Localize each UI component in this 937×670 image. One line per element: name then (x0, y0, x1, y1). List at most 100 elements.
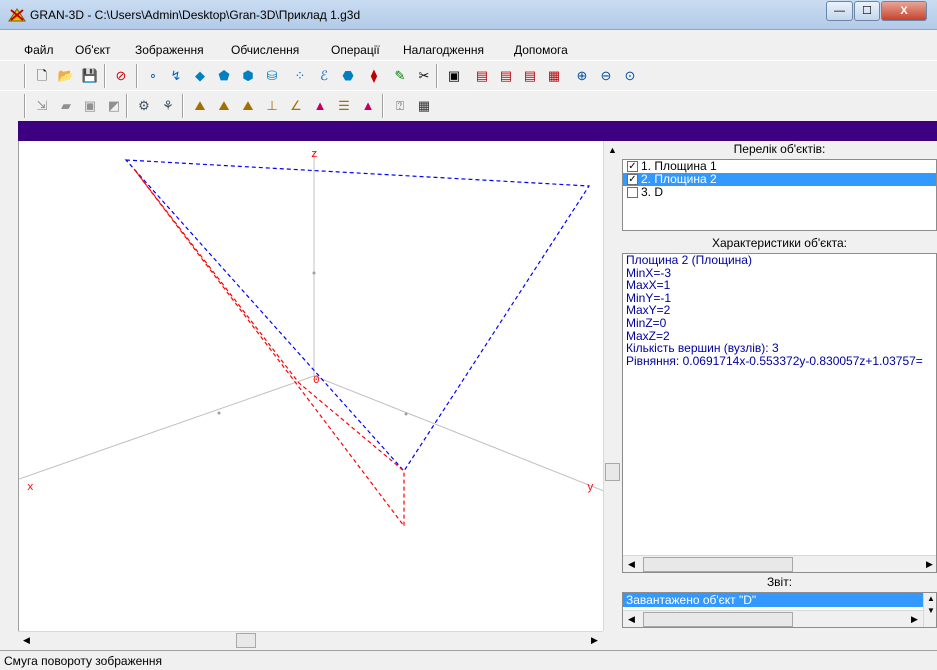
edit-icon[interactable]: ✎ (390, 65, 410, 85)
prism-icon[interactable]: ⬟ (214, 65, 234, 85)
minimize-button[interactable]: — (826, 1, 853, 21)
bounds3-icon[interactable]: ▤ (520, 65, 540, 85)
point-icon[interactable]: ∘ (143, 65, 163, 85)
scroll-left-icon[interactable]: ◀ (623, 556, 640, 572)
y-axis (313, 375, 605, 492)
calculator-icon[interactable]: ▦ (414, 95, 434, 115)
report-hscrollbar[interactable]: ◀ ▶ (623, 610, 923, 627)
view-5-icon[interactable]: ∠ (286, 95, 306, 115)
y-tick (404, 412, 408, 416)
points-set-icon[interactable]: ⁘ (290, 65, 310, 85)
plane-2-triangle (124, 159, 591, 472)
cut-icon[interactable]: ✂ (414, 65, 434, 85)
open-folder-icon[interactable]: 📂 (56, 65, 76, 85)
app-icon (8, 8, 26, 22)
menu-bar: Файл Об'єкт Зображення Обчислення Операц… (0, 30, 937, 59)
report-line: Завантажено об'єкт "D" (623, 593, 936, 607)
zoom-icon[interactable]: ⊙ (620, 65, 640, 85)
origin-label: 0 (313, 375, 320, 387)
plane-icon[interactable]: ◆ (190, 65, 210, 85)
props-hscroll-thumb[interactable] (643, 557, 793, 572)
zoom-out-icon[interactable]: ⊖ (596, 65, 616, 85)
menu-help[interactable]: Допомога (514, 43, 568, 57)
close-button[interactable]: X (881, 1, 927, 21)
surface-icon[interactable]: ⬢ (238, 65, 258, 85)
scroll-right-icon[interactable]: ▶ (906, 611, 923, 627)
y-label: y (587, 482, 594, 494)
report-spin-icon[interactable]: ▲ ▼ (923, 593, 936, 627)
new-file-icon[interactable]: 🗋 (32, 65, 52, 85)
view-hscrollbar[interactable]: ◀ ▶ (18, 631, 603, 649)
scroll-left-icon[interactable]: ◀ (623, 611, 640, 627)
z-label: z (311, 149, 318, 161)
props-box[interactable]: Площина 2 (Площина) MinX=-3 MaxX=1 MinY=… (622, 253, 937, 573)
status-bar: Смуга повороту зображення (0, 650, 937, 670)
rotation-bar[interactable] (18, 121, 937, 141)
props-hscrollbar[interactable]: ◀ ▶ (623, 555, 936, 572)
view-2-icon[interactable]: ⛰ (214, 95, 234, 115)
vscroll-thumb[interactable] (605, 463, 620, 481)
checkbox-checked-icon[interactable]: ✓ (627, 174, 638, 185)
x-label: x (27, 482, 34, 494)
bounds-icon[interactable]: ▤ (472, 65, 492, 85)
prop-line: MaxX=1 (626, 278, 671, 293)
props-title: Характеристики об'єкта: (622, 236, 937, 254)
menu-file[interactable]: Файл (24, 43, 54, 57)
report-hscroll-thumb[interactable] (643, 612, 793, 627)
view-7-icon[interactable]: ☰ (334, 95, 354, 115)
status-text: Смуга повороту зображення (4, 654, 163, 668)
body-icon[interactable]: ⬣ (338, 65, 358, 85)
view-8-icon[interactable]: ▲ (358, 95, 378, 115)
scroll-right-icon[interactable]: ▶ (586, 632, 603, 649)
window-title: GRAN-3D - C:\Users\Admin\Desktop\Gran-3D… (30, 8, 361, 22)
plane-1-outline (133, 168, 405, 528)
menu-calculations[interactable]: Обчислення (231, 43, 299, 57)
view-1-icon[interactable]: ⛰ (190, 95, 210, 115)
transform-icon[interactable]: ⚙ (134, 95, 154, 115)
view-3d[interactable]: z x y 0 (18, 141, 605, 631)
preview-icon[interactable]: ▣ (444, 65, 464, 85)
view-4-icon[interactable]: ⊥ (262, 95, 282, 115)
prop-line: MinZ=0 (626, 315, 667, 330)
scale-icon[interactable]: ▣ (80, 95, 100, 115)
checkbox-unchecked-icon[interactable] (627, 187, 638, 198)
cylinder-icon[interactable]: ⛁ (262, 65, 282, 85)
scroll-left-icon[interactable]: ◀ (18, 632, 35, 649)
prop-line: Площина 2 (Площина) (626, 253, 752, 267)
view-vscrollbar[interactable]: ▲ (603, 141, 621, 631)
prop-line: Кількість вершин (вузлів): 3 (626, 341, 779, 356)
polyline-icon[interactable]: ↯ (166, 65, 186, 85)
view-6-icon[interactable]: ▲ (310, 95, 330, 115)
report-box[interactable]: Завантажено об'єкт "D" ◀ ▶ ▲ ▼ (622, 592, 937, 628)
stop-icon[interactable]: ⊘ (111, 65, 131, 85)
menu-debug[interactable]: Налагодження (403, 43, 484, 57)
scene-svg: z x y 0 (18, 149, 605, 528)
hscroll-thumb[interactable] (236, 633, 256, 648)
toolbar-secondary: ⇲ ▰ ▣ ◩ ⚙ ⚘ ⛰ ⛰ ⛰ ⊥ ∠ ▲ ☰ ▲ ⍰ ▦ (0, 90, 937, 120)
object-item-2[interactable]: ✓ 2. Площина 2 (623, 173, 936, 186)
bounds2-icon[interactable]: ▤ (496, 65, 516, 85)
grid-icon[interactable]: ▦ (544, 65, 564, 85)
object-item-3[interactable]: 3. D (623, 186, 936, 199)
section-icon[interactable]: ⚘ (158, 95, 178, 115)
object-label-1: 1. Площина 1 (641, 159, 717, 173)
checkbox-checked-icon[interactable]: ✓ (627, 161, 638, 172)
save-icon[interactable]: 💾 (80, 65, 100, 85)
reflect-icon[interactable]: ◩ (104, 95, 124, 115)
curve-icon[interactable]: ℰ (314, 65, 334, 85)
report-title: Звіт: (622, 575, 937, 593)
scroll-right-icon[interactable]: ▶ (921, 556, 936, 572)
menu-object[interactable]: Об'єкт (75, 43, 111, 57)
menu-image[interactable]: Зображення (135, 43, 204, 57)
object-label-2: 2. Площина 2 (641, 172, 717, 186)
objects-list[interactable]: ✓ 1. Площина 1 ✓ 2. Площина 2 3. D (622, 159, 937, 231)
menu-operations[interactable]: Операції (331, 43, 380, 57)
paint-icon[interactable]: ⧫ (364, 65, 384, 85)
scroll-up-icon[interactable]: ▲ (604, 141, 621, 158)
maximize-button[interactable]: ☐ (854, 1, 880, 21)
move-icon[interactable]: ⇲ (32, 95, 52, 115)
view-3-icon[interactable]: ⛰ (238, 95, 258, 115)
rotate-icon[interactable]: ▰ (56, 95, 76, 115)
zoom-in-icon[interactable]: ⊕ (572, 65, 592, 85)
help-icon[interactable]: ⍰ (390, 95, 410, 115)
